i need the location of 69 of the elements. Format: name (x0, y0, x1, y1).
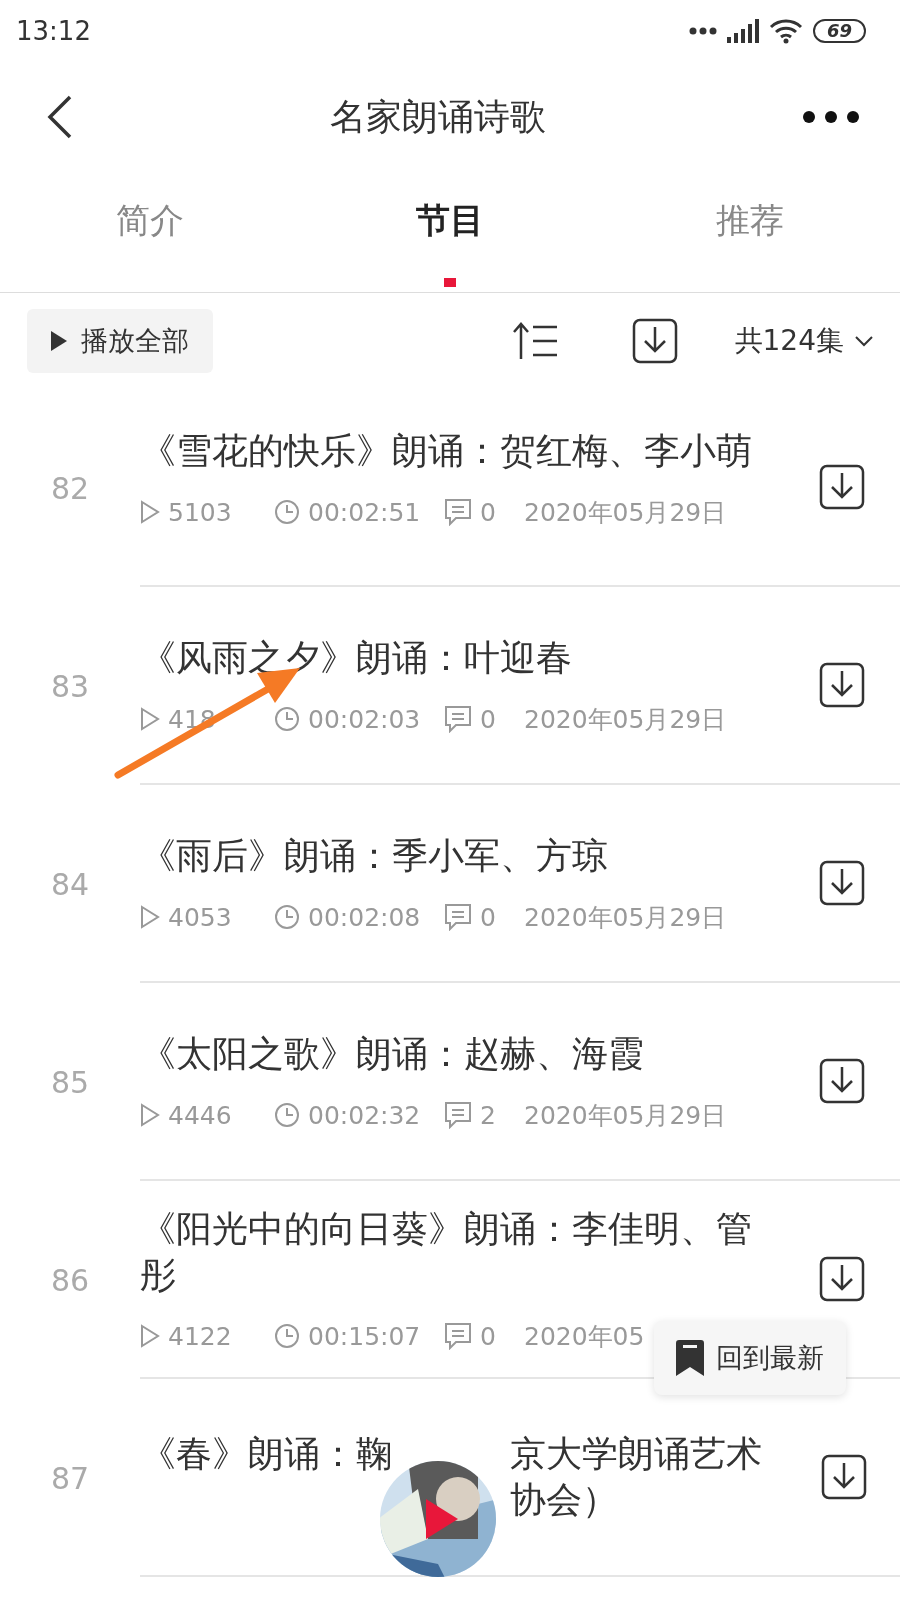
download-icon[interactable] (818, 1057, 866, 1105)
comment-count: 0 (480, 1321, 496, 1351)
tab[interactable]: 节目 (300, 172, 600, 292)
comment-count: 0 (480, 704, 496, 734)
play-icon (140, 707, 160, 731)
episode-number: 83 (49, 668, 91, 704)
sort-icon[interactable] (512, 321, 559, 361)
episode-title[interactable]: 《雪花的快乐》朗诵：贺红梅、李小萌 (140, 427, 780, 474)
duration: 00:02:32 (308, 1100, 421, 1130)
clock-time: 13:12 (16, 16, 91, 46)
comment-icon (444, 498, 472, 526)
clock-icon (274, 499, 300, 525)
tab[interactable]: 推荐 (600, 172, 900, 292)
play-icon (140, 1324, 160, 1348)
episode-number: 86 (49, 1262, 91, 1298)
comment-count: 2 (480, 1100, 496, 1130)
clock-icon (274, 706, 300, 732)
episode-number: 85 (49, 1064, 91, 1100)
comment-icon (444, 1322, 472, 1350)
episode-title[interactable]: 《阳光中的向日葵》朗诵：李佳明、管彤 (140, 1205, 780, 1298)
signal-icon (726, 19, 759, 43)
publish-date: 2020年05月29日 (524, 901, 727, 934)
clock-icon (274, 904, 300, 930)
episode-title[interactable]: 《雨后》朗诵：季小军、方琼 (140, 832, 780, 879)
duration: 00:02:03 (308, 704, 421, 734)
chevron-down-icon (854, 335, 874, 347)
play-count: 4122 (168, 1321, 232, 1351)
back-to-latest-button[interactable]: 回到最新 (654, 1321, 846, 1395)
duration: 00:02:51 (308, 497, 421, 527)
play-all-button[interactable]: 播放全部 (27, 309, 213, 373)
wifi-icon (768, 18, 803, 44)
comment-count: 0 (480, 902, 496, 932)
clock-icon (274, 1102, 300, 1128)
clock-icon (274, 1323, 300, 1349)
episode-number: 82 (49, 470, 91, 506)
episode-number: 87 (49, 1460, 91, 1496)
more-icon[interactable] (802, 110, 860, 124)
battery-level: 69 (812, 19, 866, 43)
play-count: 4446 (168, 1100, 232, 1130)
comment-icon (444, 903, 472, 931)
episode-count-dropdown[interactable]: 共124集 (734, 322, 874, 360)
episode-title[interactable]: 京大学朗诵艺术协会） (510, 1431, 775, 1523)
page-title: 名家朗诵诗歌 (330, 94, 546, 139)
publish-date: 2020年05月29日 (524, 496, 727, 529)
episode-number: 84 (49, 866, 91, 902)
bookmark-icon (676, 1340, 704, 1376)
dots-icon (688, 27, 717, 35)
tab[interactable]: 简介 (0, 172, 300, 292)
comment-count: 0 (480, 497, 496, 527)
episode-title[interactable]: 《春》朗诵：鞠 (140, 1433, 392, 1474)
duration: 00:02:08 (308, 902, 421, 932)
publish-date: 2020年05 (524, 1320, 645, 1353)
play-icon (51, 331, 67, 351)
episode-title[interactable]: 《太阳之歌》朗诵：赵赫、海霞 (140, 1030, 780, 1077)
play-icon (140, 500, 160, 524)
download-icon[interactable] (630, 317, 679, 365)
play-icon (140, 905, 160, 929)
play-icon (140, 1103, 160, 1127)
publish-date: 2020年05月29日 (524, 703, 727, 736)
play-count: 4053 (168, 902, 232, 932)
play-count: 5103 (168, 497, 232, 527)
download-icon[interactable] (818, 463, 866, 511)
download-icon[interactable] (818, 1255, 866, 1303)
duration: 00:15:07 (308, 1321, 421, 1351)
download-icon[interactable] (818, 661, 866, 709)
download-icon[interactable] (818, 859, 866, 907)
comment-icon (444, 1101, 472, 1129)
comment-icon (444, 705, 472, 733)
publish-date: 2020年05月29日 (524, 1099, 727, 1132)
